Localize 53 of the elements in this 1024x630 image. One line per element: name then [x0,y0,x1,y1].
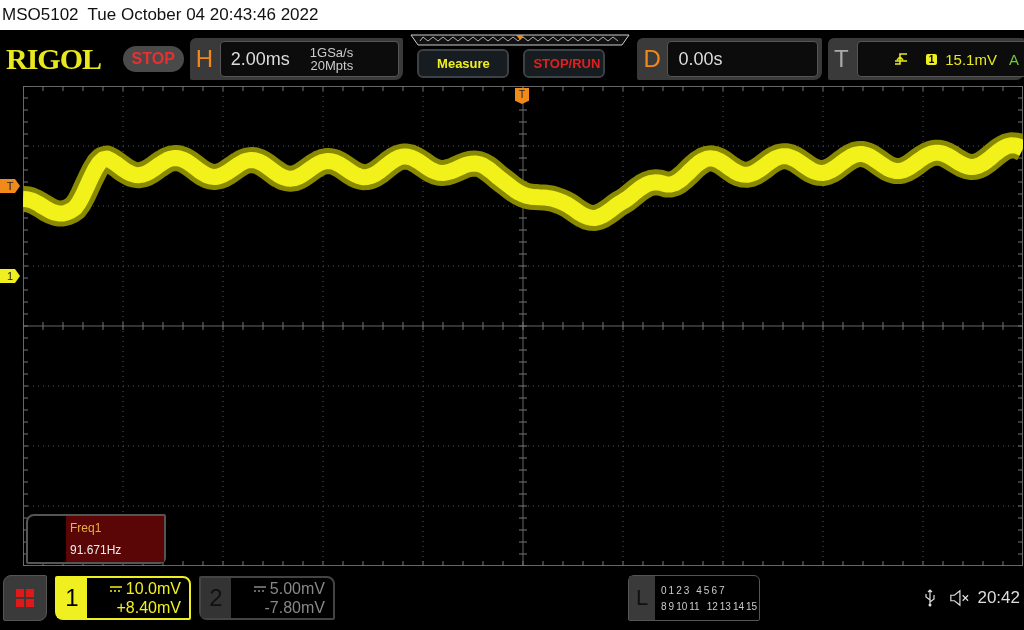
memory-depth: 20Mpts [310,59,354,72]
brand-logo: RIGOL [6,42,103,76]
channel-number: 1 [57,578,87,618]
digital-channel-number: 9 [668,600,675,612]
timebase-value: 2.00ms [230,48,290,70]
delay-value: 0.00s [678,48,723,70]
trigger-panel[interactable]: T 1 15.1mV A [828,38,1024,80]
measurement-name: Freq1 [70,521,103,535]
dc-coupling-icon [109,585,122,592]
trigger-level-marker[interactable]: T [0,179,20,193]
trigger-mode: A [1008,50,1019,68]
measure-button[interactable]: Measure [417,49,510,78]
digital-channel-number: 8 [661,600,667,612]
digital-channel-number: 13 [719,600,731,612]
stop-run-button[interactable]: STOP/RUN [523,49,606,78]
digital-channel-number: 10 [676,600,688,612]
digital-channel-number: 11 [689,600,700,612]
digital-channel-number: 12 [706,600,718,612]
digital-channel-number: 1 [668,584,675,596]
trigger-key: T [834,45,849,73]
digital-channel-number: 2 [676,584,682,596]
delay-panel[interactable]: D 0.00s [637,38,822,80]
channel-offset: +8.40mV [116,598,181,617]
speaker-muted-icon [949,589,970,607]
digital-channel-number: 3 [683,584,690,596]
clock: 20:42 [977,588,1020,608]
horizontal-key: H [195,45,212,73]
digital-channel-number: 6 [711,584,717,596]
dc-coupling-icon [253,585,266,592]
digital-channel-number: 7 [718,584,725,596]
digital-channel-number: 0 [661,584,667,596]
usb-icon [925,589,936,607]
channel-scale: 5.00mV [269,579,325,598]
channel-marker[interactable]: 1 [0,269,20,283]
digital-channel-number: 5 [703,584,710,596]
horizontal-panel[interactable]: H 2.00ms 1GSa/s 20Mpts [189,38,404,80]
trigger-level: 15.1mV [945,50,997,68]
trigger-position-marker[interactable]: T [515,88,529,104]
sample-rate: 1GSa/s [309,46,354,59]
digital-channel-number: 15 [746,600,758,612]
measurement-value: 91.671Hz [70,543,123,557]
menu-button[interactable] [3,575,47,621]
instrument-model: MSO5102 [2,5,79,25]
channel-scale: 10.0mV [125,579,181,598]
delay-key: D [643,45,660,73]
grid-menu-icon [15,588,35,608]
digital-channel-number: 4 [696,584,702,596]
digital-channel-number: 14 [732,600,744,612]
channel-panel[interactable]: 1 10.0mV +8.40mV [55,576,191,620]
trigger-source-badge: 1 [925,53,938,65]
channel-offset: -7.80mV [264,598,325,617]
date-time: Tue October 04 20:43:46 2022 [87,5,319,25]
rising-edge-icon [893,52,908,66]
